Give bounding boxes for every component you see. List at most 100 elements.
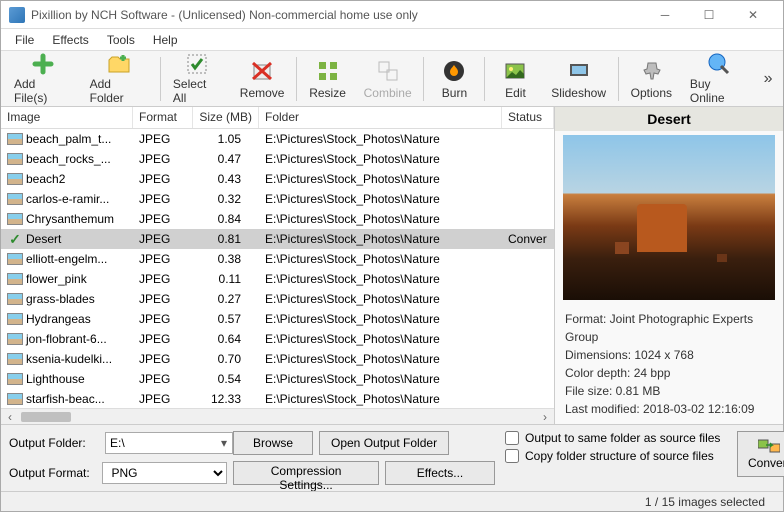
output-folder-input[interactable] — [105, 432, 233, 454]
file-format: JPEG — [133, 211, 193, 227]
table-row[interactable]: grass-bladesJPEG0.27E:\Pictures\Stock_Ph… — [1, 289, 554, 309]
app-icon — [9, 7, 25, 23]
file-status — [502, 218, 554, 220]
file-status — [502, 138, 554, 140]
file-folder: E:\Pictures\Stock_Photos\Nature — [259, 251, 502, 267]
thumbnail-icon — [7, 173, 23, 185]
file-status — [502, 258, 554, 260]
browse-button[interactable]: Browse — [233, 431, 313, 455]
preview-metadata: Format: Joint Photographic Experts Group… — [555, 304, 783, 424]
thumbnail-icon — [7, 273, 23, 285]
file-size: 0.84 — [193, 211, 259, 227]
edit-icon — [501, 57, 529, 85]
options-button[interactable]: Options — [622, 53, 681, 105]
table-row[interactable]: jon-flobrant-6...JPEG0.64E:\Pictures\Sto… — [1, 329, 554, 349]
same-folder-checkbox[interactable]: Output to same folder as source files — [505, 431, 729, 445]
file-format: JPEG — [133, 371, 193, 387]
burn-button[interactable]: Burn — [427, 53, 481, 105]
thumbnail-icon — [7, 193, 23, 205]
remove-button[interactable]: Remove — [231, 53, 293, 105]
table-row[interactable]: ChrysanthemumJPEG0.84E:\Pictures\Stock_P… — [1, 209, 554, 229]
close-button[interactable]: ✕ — [731, 1, 775, 29]
output-format-select[interactable]: PNG — [102, 462, 227, 484]
slideshow-button[interactable]: Slideshow — [542, 53, 614, 105]
convert-button[interactable]: Convert — [737, 431, 784, 477]
col-image[interactable]: Image — [1, 107, 133, 128]
file-size: 0.47 — [193, 151, 259, 167]
edit-button[interactable]: Edit — [488, 53, 542, 105]
file-name: beach_palm_t... — [26, 132, 111, 146]
preview-pane: Desert Format: Joint Photographic Expert… — [555, 107, 783, 424]
file-name: beach2 — [26, 172, 65, 186]
table-row[interactable]: flower_pinkJPEG0.11E:\Pictures\Stock_Pho… — [1, 269, 554, 289]
menu-help[interactable]: Help — [145, 31, 186, 49]
file-folder: E:\Pictures\Stock_Photos\Nature — [259, 151, 502, 167]
menu-tools[interactable]: Tools — [99, 31, 143, 49]
remove-icon — [248, 57, 276, 85]
file-status — [502, 198, 554, 200]
file-size: 0.70 — [193, 351, 259, 367]
toolbar: Add File(s) Add Folder Select All Remove… — [1, 51, 783, 107]
file-format: JPEG — [133, 191, 193, 207]
menu-file[interactable]: File — [7, 31, 42, 49]
file-name: beach_rocks_... — [26, 152, 111, 166]
table-row[interactable]: carlos-e-ramir...JPEG0.32E:\Pictures\Sto… — [1, 189, 554, 209]
effects-button[interactable]: Effects... — [385, 461, 495, 485]
file-status — [502, 378, 554, 380]
open-output-folder-button[interactable]: Open Output Folder — [319, 431, 449, 455]
toolbar-overflow[interactable]: » — [757, 70, 779, 88]
file-status — [502, 318, 554, 320]
maximize-button[interactable]: ☐ — [687, 1, 731, 29]
file-name: starfish-beac... — [26, 392, 105, 406]
meta-depth: Color depth: 24 bpp — [565, 364, 773, 382]
titlebar: Pixillion by NCH Software - (Unlicensed)… — [1, 1, 783, 29]
file-size: 0.27 — [193, 291, 259, 307]
table-row[interactable]: starfish-beac...JPEG12.33E:\Pictures\Sto… — [1, 389, 554, 408]
file-folder: E:\Pictures\Stock_Photos\Nature — [259, 291, 502, 307]
file-size: 1.05 — [193, 131, 259, 147]
menu-effects[interactable]: Effects — [44, 31, 96, 49]
table-row[interactable]: HydrangeasJPEG0.57E:\Pictures\Stock_Phot… — [1, 309, 554, 329]
copy-structure-checkbox[interactable]: Copy folder structure of source files — [505, 449, 729, 463]
file-folder: E:\Pictures\Stock_Photos\Nature — [259, 211, 502, 227]
add-folder-button[interactable]: Add Folder — [81, 53, 157, 105]
table-row[interactable]: beach_rocks_...JPEG0.47E:\Pictures\Stock… — [1, 149, 554, 169]
add-files-button[interactable]: Add File(s) — [5, 53, 81, 105]
table-row[interactable]: ✓DesertJPEG0.81E:\Pictures\Stock_Photos\… — [1, 229, 554, 249]
col-folder[interactable]: Folder — [259, 107, 502, 128]
file-format: JPEG — [133, 131, 193, 147]
combine-icon — [374, 57, 402, 85]
thumbnail-icon — [7, 133, 23, 145]
file-name: Lighthouse — [26, 372, 85, 386]
table-row[interactable]: ksenia-kudelki...JPEG0.70E:\Pictures\Sto… — [1, 349, 554, 369]
file-status — [502, 398, 554, 400]
col-status[interactable]: Status — [502, 107, 554, 128]
file-status — [502, 298, 554, 300]
file-folder: E:\Pictures\Stock_Photos\Nature — [259, 131, 502, 147]
file-folder: E:\Pictures\Stock_Photos\Nature — [259, 191, 502, 207]
file-format: JPEG — [133, 331, 193, 347]
combine-button[interactable]: Combine — [355, 53, 421, 105]
file-format: JPEG — [133, 271, 193, 287]
horizontal-scrollbar[interactable]: ‹› — [1, 408, 554, 424]
file-rows: beach_palm_t...JPEG1.05E:\Pictures\Stock… — [1, 129, 554, 408]
check-icon: ✓ — [7, 231, 23, 248]
main-area: Image Format Size (MB) Folder Status bea… — [1, 107, 783, 424]
output-folder-label: Output Folder: — [9, 436, 99, 450]
col-format[interactable]: Format — [133, 107, 193, 128]
thumbnail-icon — [7, 393, 23, 405]
buy-online-button[interactable]: Buy Online — [681, 53, 757, 105]
thumbnail-icon — [7, 353, 23, 365]
resize-button[interactable]: Resize — [300, 53, 354, 105]
minimize-button[interactable]: ─ — [643, 1, 687, 29]
file-size: 0.81 — [193, 231, 259, 247]
col-size[interactable]: Size (MB) — [193, 107, 259, 128]
table-row[interactable]: beach_palm_t... JPEG1.05E:\Pictures\Stock… — [1, 129, 554, 149]
folder-dropdown-icon[interactable]: ▾ — [221, 436, 227, 450]
table-row[interactable]: beach2JPEG0.43E:\Pictures\Stock_Photos\N… — [1, 169, 554, 189]
select-all-button[interactable]: Select All — [164, 53, 231, 105]
table-row[interactable]: elliott-engelm...JPEG0.38E:\Pictures\Sto… — [1, 249, 554, 269]
compression-settings-button[interactable]: Compression Settings... — [233, 461, 379, 485]
table-row[interactable]: LighthouseJPEG0.54E:\Pictures\Stock_Phot… — [1, 369, 554, 389]
file-folder: E:\Pictures\Stock_Photos\Nature — [259, 311, 502, 327]
